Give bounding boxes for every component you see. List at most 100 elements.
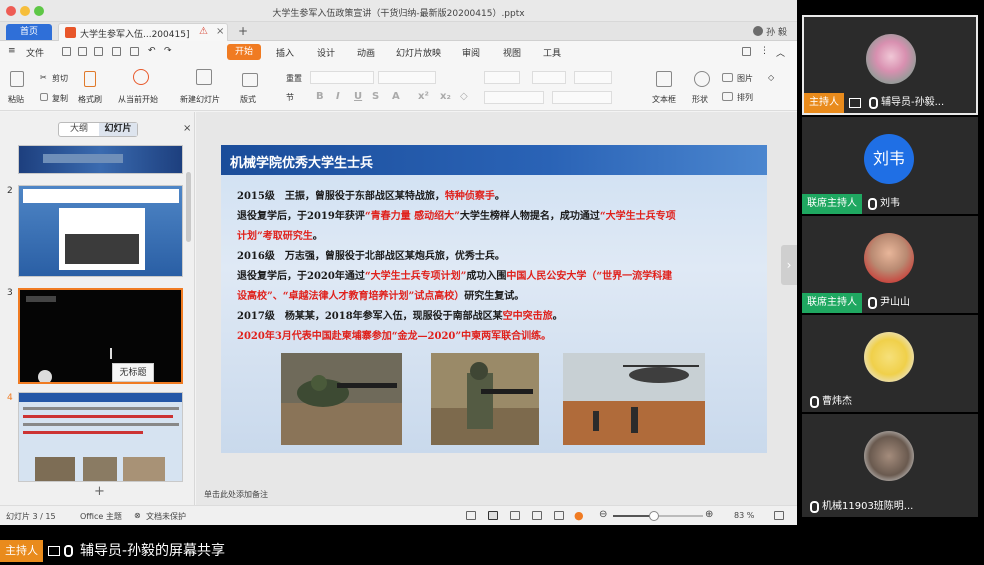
close-tab-icon[interactable]: × [216,26,224,37]
slide-thumbnail-3[interactable] [18,288,183,384]
user-account[interactable]: 孙 毅 [753,25,787,38]
next-slide-chevron-icon[interactable]: › [781,245,797,285]
paste-icon[interactable] [10,71,24,87]
notes-placeholder[interactable]: 单击此处添加备注 [204,489,268,500]
section-label[interactable]: 节 [286,92,294,103]
menu-slideshow[interactable]: 幻灯片放映 [396,46,441,59]
redo-icon[interactable]: ↷ [164,46,172,56]
microphone-muted-icon [810,396,819,408]
pane-view-switch: 大纲 幻灯片 [58,122,138,137]
textbox-label[interactable]: 文本框 [652,94,676,105]
italic-button[interactable]: I [336,91,340,102]
slide-text-run: 退役复学后，于2020年通过 [237,271,365,282]
zoom-out-icon[interactable]: ⊖ [599,509,607,520]
menu-file[interactable]: 文件 [26,46,44,59]
fit-window-icon[interactable] [774,511,784,520]
open-icon[interactable] [62,47,71,56]
font-size-select[interactable] [378,71,436,84]
zoom-slider-knob[interactable] [648,511,659,521]
subscript-button[interactable]: x₂ [440,91,451,102]
reading-view-icon[interactable] [532,511,542,520]
notes-toggle-icon[interactable] [466,511,476,520]
print-icon[interactable] [112,47,121,56]
zoom-level[interactable]: 83 % [734,511,754,520]
slide-thumbnail-1[interactable] [18,145,183,174]
new-slide-label[interactable]: 新建幻灯片 [180,94,220,105]
arrange-icon[interactable] [722,92,733,101]
sorter-view-icon[interactable] [510,511,520,520]
tab-document[interactable]: 大学生参军入伍...200415] ⚠ × [58,23,228,41]
arrange-label[interactable]: 排列 [737,92,753,103]
numbering-select[interactable] [532,71,566,84]
participant-tile-caoweijie[interactable]: 曹炜杰 [802,315,978,412]
cut-icon[interactable]: ✂ [40,73,47,82]
spacing-controls[interactable] [552,91,612,104]
menu-animation[interactable]: 动画 [357,46,375,59]
layout-label[interactable]: 版式 [240,94,256,105]
new-tab-button[interactable]: + [238,24,248,38]
close-pane-icon[interactable]: × [183,123,191,134]
bold-button[interactable]: B [316,91,324,102]
indent-controls[interactable] [574,71,612,84]
shape-style-icon[interactable]: ◇ [768,73,774,82]
zoom-in-icon[interactable]: ⊕ [705,509,713,520]
play-slideshow-icon[interactable]: ● [574,509,584,522]
reset-label[interactable]: 重置 [286,73,302,84]
save-icon[interactable] [78,47,87,56]
cut-label[interactable]: 剪切 [52,73,68,84]
font-name-select[interactable] [310,71,374,84]
export-icon[interactable] [94,47,103,56]
zoom-slider[interactable] [613,511,703,521]
more-icon[interactable]: ⋮ [760,46,769,56]
preview-icon[interactable] [130,47,139,56]
undo-icon[interactable]: ↶ [148,46,156,56]
new-slide-icon[interactable] [196,69,212,85]
participant-name: 刘韦 [880,198,900,209]
participant-tile-host[interactable]: 主持人 辅导员-孙毅... [802,15,978,115]
normal-view-icon[interactable] [488,511,498,520]
slideshow-dropdown-icon[interactable] [554,511,564,520]
picture-label[interactable]: 图片 [737,73,753,84]
underline-button[interactable]: U [354,91,362,102]
copy-label[interactable]: 复制 [52,93,68,104]
participant-tile-chenming[interactable]: 机械11903班陈明... [802,414,978,517]
clear-format-button[interactable]: ◇ [460,91,468,102]
share-icon[interactable] [742,47,751,56]
menu-tools[interactable]: 工具 [543,46,561,59]
strikethrough-button[interactable]: S [372,91,379,102]
copy-icon[interactable] [40,93,48,101]
participant-tile-yinshanshan[interactable]: 联席主持人 尹山山 [802,216,978,313]
menu-insert[interactable]: 插入 [276,46,294,59]
status-bar: 幻灯片 3 / 15 Office 主题 ⊗ 文档未保护 ● ⊖ ⊕ 83 % [0,505,797,525]
format-painter-label[interactable]: 格式刷 [78,94,102,105]
shapes-icon[interactable] [694,71,710,87]
superscript-button[interactable]: x² [418,91,429,102]
participant-tile-liuwei[interactable]: 刘韦 联席主持人 刘韦 [802,117,978,214]
format-painter-icon[interactable] [84,71,96,87]
add-slide-button[interactable]: + [94,484,105,499]
tab-home[interactable]: 首页 [6,24,52,40]
pane-scrollbar[interactable] [186,172,191,242]
collapse-ribbon-icon[interactable]: ︿ [776,46,785,59]
tab-outline[interactable]: 大纲 [59,123,99,136]
slide-thumbnail-4[interactable] [18,392,183,482]
hamburger-icon[interactable]: ≡ [8,46,16,56]
font-color-button[interactable]: A [392,91,400,102]
bullets-select[interactable] [484,71,520,84]
current-slide[interactable]: 机械学院优秀大学生士兵 2015级 王振，曾服役于东部战区某特战旅，特种侦察手。… [221,145,767,453]
picture-icon[interactable] [722,73,733,82]
slide-thumbnail-2[interactable] [18,185,183,277]
menu-view[interactable]: 视图 [503,46,521,59]
paste-label[interactable]: 粘贴 [8,94,24,105]
shapes-label[interactable]: 形状 [692,94,708,105]
menu-start[interactable]: 开始 [227,44,261,60]
role-badge: 联席主持人 [802,293,862,313]
layout-icon[interactable] [242,73,258,87]
tab-slides[interactable]: 幻灯片 [99,123,137,136]
menu-design[interactable]: 设计 [317,46,335,59]
play-from-current-icon[interactable] [133,69,149,85]
from-current-label[interactable]: 从当前开始 [118,94,158,105]
align-controls[interactable] [484,91,544,104]
textbox-icon[interactable] [656,71,672,87]
menu-review[interactable]: 审阅 [462,46,480,59]
